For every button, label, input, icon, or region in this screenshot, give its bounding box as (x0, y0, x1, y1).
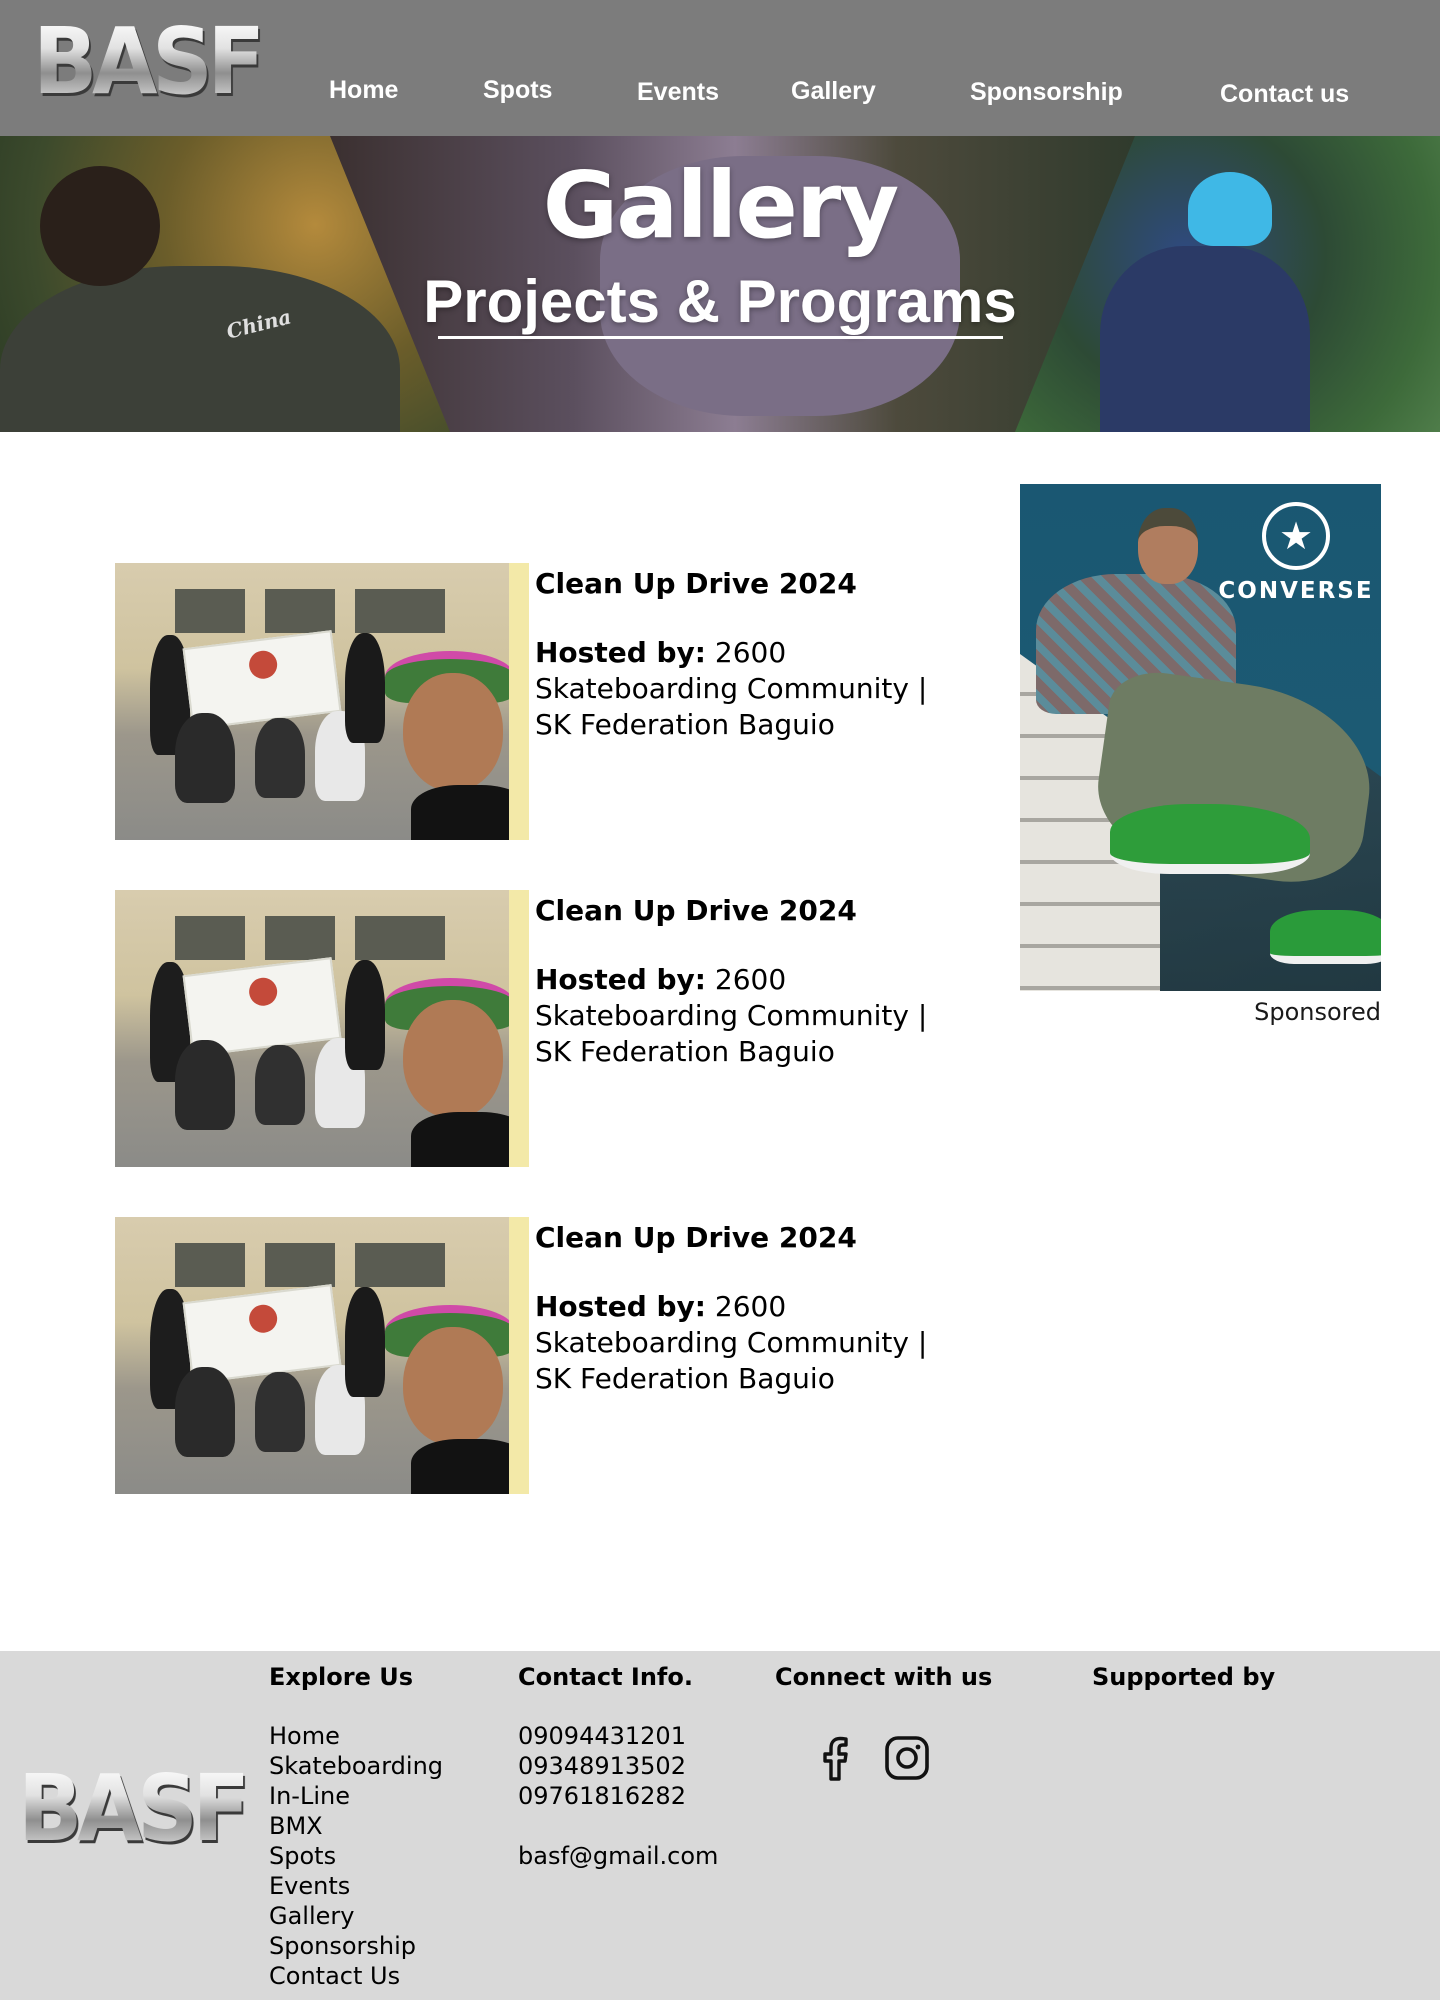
event-card[interactable]: Clean Up Drive 2024 Hosted by: 2600 Skat… (115, 890, 935, 1167)
phone-number: 09761816282 (518, 1782, 686, 1810)
footer-connect-heading: Connect with us (775, 1663, 993, 1691)
event-host: Hosted by: 2600 Skateboarding Community … (535, 635, 955, 743)
nav-gallery[interactable]: Gallery (791, 79, 876, 104)
nav-events[interactable]: Events (637, 80, 719, 105)
sponsor-ad[interactable]: ★ CONVERSE (1020, 484, 1381, 991)
photo-person (255, 1372, 305, 1452)
event-title: Clean Up Drive 2024 (535, 1221, 857, 1254)
phone-number: 09348913502 (518, 1752, 686, 1780)
page-title: Gallery (542, 152, 899, 259)
footer-explore: Explore Us Home Skateboarding In-Line BM… (269, 1665, 443, 1991)
ad-sneaker (1110, 804, 1310, 874)
photo-face (403, 673, 503, 791)
navbar: BASF Home Spots Events Gallery Sponsorsh… (0, 0, 1440, 136)
nav-spots[interactable]: Spots (483, 78, 552, 103)
nav-home[interactable]: Home (329, 78, 398, 103)
photo-window (265, 916, 335, 960)
footer-link-skateboarding[interactable]: Skateboarding (269, 1752, 443, 1780)
brand-logo[interactable]: BASF (33, 16, 265, 108)
event-photo[interactable] (115, 1217, 529, 1494)
event-host-label: Hosted by: (535, 1290, 706, 1323)
photo-edge-strip (509, 1217, 529, 1494)
footer-logo[interactable]: BASF (18, 1763, 250, 1855)
nav-contact-us[interactable]: Contact us (1220, 82, 1349, 107)
photo-person (345, 960, 385, 1070)
nav-sponsorship[interactable]: Sponsorship (970, 80, 1123, 105)
footer-link-spots[interactable]: Spots (269, 1842, 336, 1870)
banner-logo-icon (247, 1303, 279, 1335)
photo-person (345, 633, 385, 743)
social-icons (812, 1733, 930, 1783)
photo-window (175, 1243, 245, 1287)
footer-contact-list: 09094431201 09348913502 09761816282 basf… (518, 1721, 718, 1871)
event-title: Clean Up Drive 2024 (535, 894, 857, 927)
footer-supported-heading: Supported by (1092, 1663, 1276, 1691)
photo-person (175, 713, 235, 803)
photo-face (403, 1000, 503, 1118)
email-link[interactable]: basf@gmail.com (518, 1842, 718, 1870)
event-title: Clean Up Drive 2024 (535, 567, 857, 600)
photo-person (175, 1367, 235, 1457)
photo-edge-strip (509, 890, 529, 1167)
footer-link-contact-us[interactable]: Contact Us (269, 1962, 400, 1990)
sponsor-brand-text: CONVERSE (1218, 578, 1374, 604)
photo-window (175, 916, 245, 960)
banner-logo-icon (247, 649, 279, 681)
footer-explore-links: Home Skateboarding In-Line BMX Spots Eve… (269, 1721, 443, 1991)
footer: BASF Explore Us Home Skateboarding In-Li… (0, 1651, 1440, 2000)
footer-link-sponsorship[interactable]: Sponsorship (269, 1932, 416, 1960)
event-photo[interactable] (115, 563, 529, 840)
footer-connect: Connect with us (775, 1665, 992, 1721)
photo-person (345, 1287, 385, 1397)
photo-window (265, 589, 335, 633)
photo-window (175, 589, 245, 633)
footer-link-in-line[interactable]: In-Line (269, 1782, 350, 1810)
event-card[interactable]: Clean Up Drive 2024 Hosted by: 2600 Skat… (115, 563, 935, 840)
sponsored-label: Sponsored (1254, 998, 1381, 1026)
instagram-icon[interactable] (884, 1733, 930, 1783)
footer-link-bmx[interactable]: BMX (269, 1812, 323, 1840)
subtitle-underline (438, 336, 1003, 339)
event-host-label: Hosted by: (535, 636, 706, 669)
event-host: Hosted by: 2600 Skateboarding Community … (535, 962, 955, 1070)
photo-person (175, 1040, 235, 1130)
photo-window (355, 589, 445, 633)
spacer (518, 1811, 718, 1841)
event-photo[interactable] (115, 890, 529, 1167)
photo-window (355, 916, 445, 960)
footer-link-gallery[interactable]: Gallery (269, 1902, 354, 1930)
footer-supported: Supported by (1092, 1665, 1275, 1721)
photo-window (265, 1243, 335, 1287)
event-host: Hosted by: 2600 Skateboarding Community … (535, 1289, 955, 1397)
event-host-label: Hosted by: (535, 963, 706, 996)
converse-star-icon: ★ (1262, 502, 1330, 570)
ad-sneaker (1270, 910, 1381, 964)
photo-person (255, 718, 305, 798)
footer-explore-heading: Explore Us (269, 1663, 414, 1691)
phone-number: 09094431201 (518, 1722, 686, 1750)
facebook-icon[interactable] (812, 1733, 858, 1783)
photo-face (403, 1327, 503, 1445)
footer-contact-heading: Contact Info. (518, 1663, 693, 1691)
banner-logo-icon (247, 976, 279, 1008)
footer-contact: Contact Info. 09094431201 09348913502 09… (518, 1665, 718, 1871)
event-card[interactable]: Clean Up Drive 2024 Hosted by: 2600 Skat… (115, 1217, 935, 1494)
footer-link-events[interactable]: Events (269, 1872, 350, 1900)
footer-link-home[interactable]: Home (269, 1722, 340, 1750)
ad-model-head (1138, 508, 1198, 584)
photo-edge-strip (509, 563, 529, 840)
photo-window (355, 1243, 445, 1287)
page-subtitle: Projects & Programs (423, 268, 1017, 335)
photo-person (255, 1045, 305, 1125)
